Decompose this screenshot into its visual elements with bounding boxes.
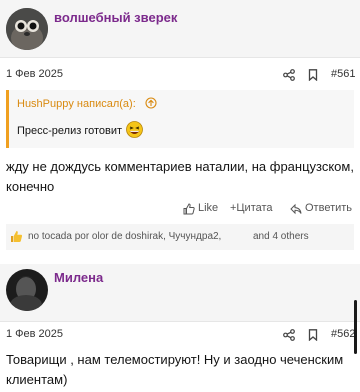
post-1-meta: 1 Фев 2025 #561 bbox=[0, 62, 360, 88]
quote-button[interactable]: +Цитата bbox=[230, 202, 282, 218]
username-1[interactable]: волшебный зверек bbox=[54, 10, 177, 25]
user-avatar-1[interactable] bbox=[6, 8, 48, 50]
scrollbar[interactable] bbox=[354, 300, 357, 354]
post-number[interactable]: #561 bbox=[331, 68, 355, 80]
share-icon[interactable] bbox=[283, 329, 295, 341]
avatar-image bbox=[6, 269, 48, 311]
laughing-emoji-icon bbox=[126, 121, 143, 138]
post-1-body: жду не дождусь комментариев наталии, на … bbox=[6, 159, 354, 194]
avatar-image bbox=[6, 8, 48, 50]
share-icon[interactable] bbox=[283, 69, 295, 81]
quote-arrow-icon[interactable] bbox=[145, 97, 157, 109]
post-number[interactable]: #562 bbox=[331, 328, 355, 340]
thumbs-up-icon bbox=[183, 203, 195, 215]
post-2-body: Товарищи , нам телемостируют! Ну и заодн… bbox=[6, 352, 344, 387]
user-avatar-2[interactable] bbox=[6, 269, 48, 311]
quote-author[interactable]: HushPuppy написал(а): bbox=[17, 98, 136, 110]
bookmark-icon[interactable] bbox=[308, 329, 318, 341]
reaction-users[interactable]: no tocada por olor de doshirak, Чучундра… bbox=[28, 231, 221, 242]
quote-text: Пресс-релиз готовит bbox=[17, 125, 123, 137]
thumbs-up-icon bbox=[11, 231, 23, 242]
reaction-others[interactable]: and 4 others bbox=[253, 231, 309, 242]
quote-block: HushPuppy написал(а): Пресс-релиз готови… bbox=[6, 90, 354, 148]
reply-button[interactable]: Ответить bbox=[290, 202, 356, 218]
post-date[interactable]: 1 Фев 2025 bbox=[6, 328, 63, 340]
post-1-actions: Like +Цитата Ответить bbox=[0, 202, 360, 224]
like-button[interactable]: Like bbox=[183, 202, 221, 218]
reply-icon bbox=[290, 203, 302, 215]
quote-label: +Цитата bbox=[230, 202, 273, 214]
post-2-meta: 1 Фев 2025 #562 bbox=[0, 322, 360, 348]
reply-label: Ответить bbox=[305, 202, 353, 214]
post-1-user-header: волшебный зверек bbox=[0, 0, 360, 58]
reaction-bar[interactable]: no tocada por olor de doshirak, Чучундра… bbox=[6, 224, 354, 250]
username-2[interactable]: Милена bbox=[54, 270, 103, 285]
bookmark-icon[interactable] bbox=[308, 69, 318, 81]
post-2-user-header: Милена bbox=[0, 264, 360, 322]
post-date[interactable]: 1 Фев 2025 bbox=[6, 68, 63, 80]
like-label: Like bbox=[198, 202, 219, 214]
